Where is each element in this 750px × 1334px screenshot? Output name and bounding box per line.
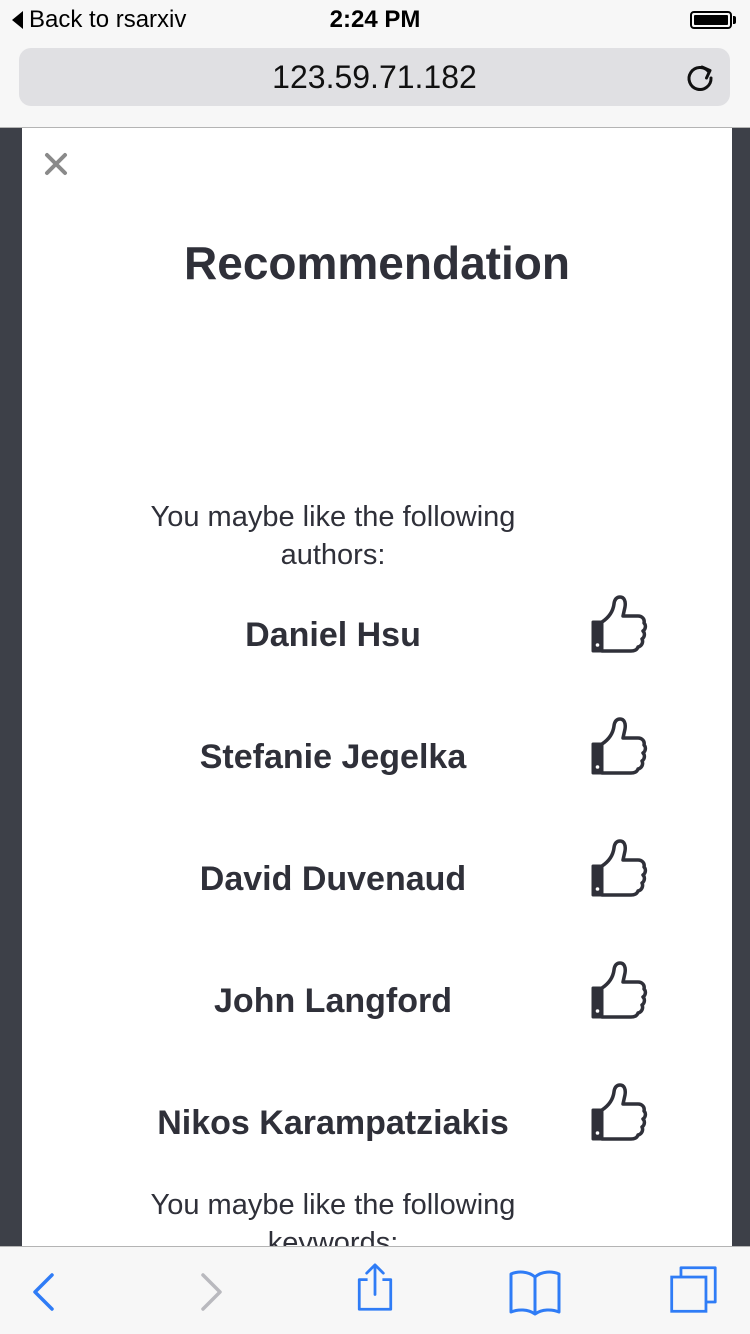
browser-top-chrome: Back to rsarxiv 2:24 PM 123.59.71.182 (0, 0, 750, 128)
keywords-intro-text: You maybe like the following keywords: (150, 1189, 516, 1246)
author-item-daniel-hsu: Daniel Hsu (22, 594, 732, 674)
author-name[interactable]: Stefanie Jegelka (102, 738, 564, 777)
recommendation-modal: Recommendation You maybe like the follow… (22, 128, 732, 1246)
author-item-stefanie-jegelka: Stefanie Jegelka (22, 716, 732, 796)
author-item-nikos-karampatziakis: Nikos Karampatziakis (22, 1082, 732, 1162)
browser-toolbar (0, 1246, 750, 1334)
tabs-icon[interactable] (666, 1265, 720, 1315)
author-name[interactable]: John Langford (102, 982, 564, 1021)
thumbs-up-icon[interactable] (588, 1082, 648, 1142)
author-item-john-langford: John Langford (22, 960, 732, 1040)
author-item-david-duvenaud: David Duvenaud (22, 838, 732, 918)
bookmarks-icon[interactable] (508, 1267, 562, 1317)
status-time: 2:24 PM (329, 6, 421, 33)
author-name[interactable]: Daniel Hsu (102, 616, 564, 655)
thumbs-up-icon[interactable] (588, 838, 648, 898)
thumbs-up-icon[interactable] (588, 960, 648, 1020)
back-arrow-icon[interactable] (17, 1267, 71, 1317)
url-text[interactable]: 123.59.71.182 (19, 48, 730, 106)
battery-icon (690, 11, 738, 29)
author-name[interactable]: David Duvenaud (102, 860, 564, 899)
forward-arrow-icon[interactable] (184, 1267, 238, 1317)
reload-icon[interactable] (684, 61, 716, 93)
share-icon[interactable] (348, 1263, 402, 1313)
author-name[interactable]: Nikos Karampatziakis (102, 1104, 564, 1143)
author-list: Daniel Hsu Stefanie Jegelka David Duvena… (22, 128, 732, 1246)
address-bar[interactable]: 123.59.71.182 (19, 48, 730, 106)
status-bar: Back to rsarxiv 2:24 PM (0, 0, 750, 40)
thumbs-up-icon[interactable] (588, 594, 648, 654)
thumbs-up-icon[interactable] (588, 716, 648, 776)
